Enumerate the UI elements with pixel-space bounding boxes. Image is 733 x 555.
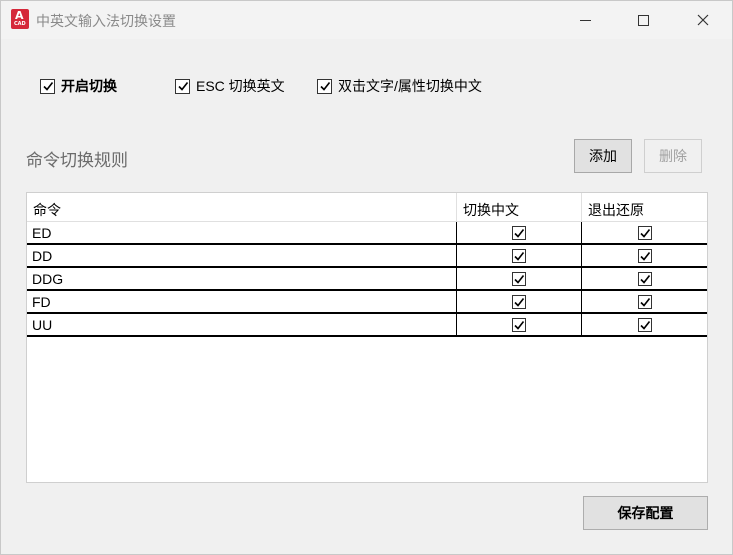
restore-cell[interactable] — [582, 268, 707, 289]
switch-cn-cell[interactable] — [457, 291, 582, 312]
column-header-restore[interactable]: 退出还原 — [582, 193, 707, 222]
checkmark-icon — [514, 228, 525, 238]
switch-cn-checkbox[interactable] — [512, 225, 526, 240]
rules-table: 命令 切换中文 退出还原 ED DD DDG FD UU — [26, 192, 708, 483]
command-cell[interactable]: FD — [27, 291, 457, 312]
checkmark-icon — [177, 82, 188, 91]
table-row[interactable]: FD — [27, 291, 707, 314]
checkmark-icon — [42, 82, 53, 91]
restore-checkbox[interactable] — [637, 294, 652, 309]
restore-cell[interactable] — [582, 291, 707, 312]
checkbox-enable-switch[interactable] — [40, 78, 55, 94]
switch-cn-cell[interactable] — [457, 314, 582, 335]
table-row[interactable]: DDG — [27, 268, 707, 291]
title-bar: A CAD 中英文输入法切换设置 — [1, 1, 732, 39]
restore-cell[interactable] — [582, 245, 707, 266]
switch-cn-cell[interactable] — [457, 222, 582, 243]
option-label: 双击文字/属性切换中文 — [338, 78, 482, 94]
command-cell[interactable]: UU — [27, 314, 457, 335]
option-esc-english[interactable]: ESC 切换英文 — [175, 77, 285, 95]
delete-button[interactable]: 删除 — [644, 139, 702, 173]
switch-cn-cell[interactable] — [457, 268, 582, 289]
close-button[interactable] — [680, 1, 726, 39]
column-header-command[interactable]: 命令 — [27, 193, 457, 222]
command-cell[interactable]: DD — [27, 245, 457, 266]
switch-cn-checkbox[interactable] — [512, 248, 526, 263]
checkmark-icon — [639, 320, 650, 330]
app-icon-sublabel: CAD — [14, 21, 26, 27]
switch-cn-checkbox[interactable] — [512, 317, 526, 332]
save-config-button[interactable]: 保存配置 — [583, 496, 708, 530]
switch-cn-checkbox[interactable] — [512, 271, 526, 286]
minimize-icon — [579, 19, 591, 21]
maximize-button[interactable] — [620, 1, 666, 39]
table-row[interactable]: UU — [27, 314, 707, 337]
restore-cell[interactable] — [582, 222, 707, 243]
checkmark-icon — [514, 320, 525, 330]
restore-checkbox[interactable] — [637, 271, 652, 286]
command-cell[interactable]: ED — [27, 222, 457, 243]
option-label: 开启切换 — [61, 78, 117, 94]
option-label: ESC 切换英文 — [196, 78, 285, 94]
table-row[interactable]: DD — [27, 245, 707, 268]
option-dblclick-chinese[interactable]: 双击文字/属性切换中文 — [317, 77, 482, 95]
checkmark-icon — [319, 82, 330, 91]
checkmark-icon — [639, 228, 650, 238]
checkmark-icon — [639, 251, 650, 261]
switch-cn-checkbox[interactable] — [512, 294, 526, 309]
window-title: 中英文输入法切换设置 — [36, 13, 176, 29]
maximize-icon — [637, 14, 649, 26]
close-icon — [697, 14, 709, 26]
checkmark-icon — [514, 274, 525, 284]
checkbox-esc-english[interactable] — [175, 78, 190, 94]
column-header-switch-cn[interactable]: 切换中文 — [457, 193, 582, 222]
table-row[interactable]: ED — [27, 222, 707, 245]
restore-cell[interactable] — [582, 314, 707, 335]
settings-window: A CAD 中英文输入法切换设置 开启切换 ESC 切换英文 双击文字/属性切换… — [0, 0, 733, 555]
checkmark-icon — [639, 274, 650, 284]
option-enable-switch[interactable]: 开启切换 — [40, 77, 117, 95]
rules-title: 命令切换规则 — [26, 151, 128, 170]
checkmark-icon — [514, 297, 525, 307]
checkbox-dblclick-chinese[interactable] — [317, 78, 332, 94]
restore-checkbox[interactable] — [637, 248, 652, 263]
restore-checkbox[interactable] — [637, 225, 652, 240]
command-cell[interactable]: DDG — [27, 268, 457, 289]
app-icon: A CAD — [11, 9, 29, 29]
minimize-button[interactable] — [562, 1, 608, 39]
checkmark-icon — [514, 251, 525, 261]
checkmark-icon — [639, 297, 650, 307]
restore-checkbox[interactable] — [637, 317, 652, 332]
add-button[interactable]: 添加 — [574, 139, 632, 173]
switch-cn-cell[interactable] — [457, 245, 582, 266]
table-header: 命令 切换中文 退出还原 — [27, 193, 707, 222]
